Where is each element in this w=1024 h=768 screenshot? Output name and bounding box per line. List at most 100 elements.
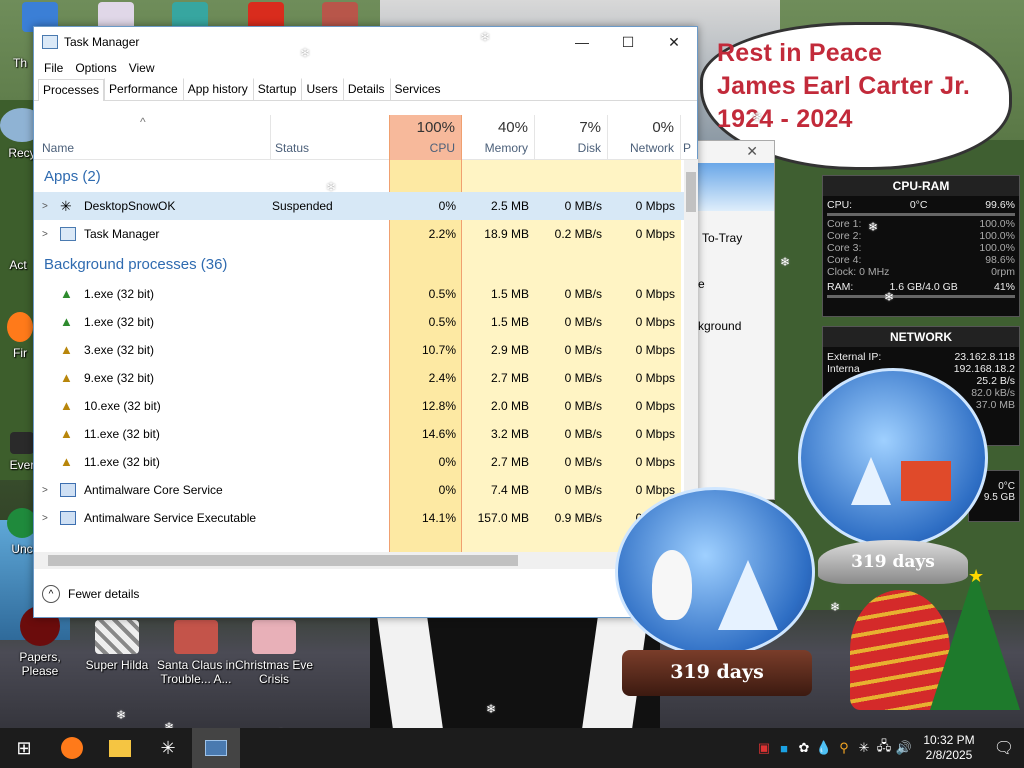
maximize-button[interactable]: ☐ [605,27,651,57]
title-bar[interactable]: Task Manager — ☐ ✕ [34,27,697,57]
snowflake-icon[interactable]: ✳ [854,740,874,756]
taskbar-desktopsnow[interactable]: ✳ [144,728,192,768]
desktop-icon-label: Christmas Eve Crisis [234,658,314,686]
internal-ip-label: Interna [827,363,860,375]
tab-performance[interactable]: Performance [104,78,183,100]
process-row[interactable]: ▲ 10.exe (32 bit) 12.8% 2.0 MB 0 MB/s 0 M… [34,392,684,420]
tab-startup[interactable]: Startup [252,78,302,100]
col-power[interactable]: P [681,115,698,160]
process-row[interactable]: > Antimalware Service Executable 14.1% 15… [34,504,684,532]
tab-processes[interactable]: Processes [38,79,105,101]
process-network: 0 Mbps [635,427,675,441]
process-row[interactable]: ▲ 11.exe (32 bit) 14.6% 3.2 MB 0 MB/s 0 M… [34,420,684,448]
col-name[interactable]: ^ Name [34,115,270,160]
process-cpu: 0.5% [428,287,456,301]
process-name: Antimalware Core Service [84,483,223,497]
ram-label: RAM: [827,281,854,293]
col-name-label: Name [42,141,75,155]
clock-row: Clock: 0 MHz 0rpm [823,266,1019,278]
taskbar-task-manager[interactable] [192,728,240,768]
menu-options[interactable]: Options [69,61,122,75]
tab-details[interactable]: Details [342,78,390,100]
snowflake-icon: ❄ [830,600,841,614]
taskbar-firefox[interactable] [48,728,96,768]
tray-app-icon[interactable]: ■ [774,741,794,756]
fan-value: 0rpm [991,266,1015,278]
fewer-details-button[interactable]: ^ Fewer details [42,585,139,603]
desktop-icon-label: Ever [9,458,35,472]
horizontal-scrollbar[interactable] [34,552,698,569]
process-list: Apps (2) > ✳ DesktopSnowOK Suspended 0% 2.… [34,160,684,552]
minimize-button[interactable]: — [559,27,605,57]
process-cpu: 0% [438,455,456,469]
menu-file[interactable]: File [38,61,69,75]
window-controls: — ☐ ✕ [559,27,697,57]
task-manager-icon [60,227,76,241]
col-memory[interactable]: 40% Memory [462,115,535,160]
process-row[interactable]: > ✳ DesktopSnowOK Suspended 0% 2.5 MB 0 MB… [34,192,684,220]
santa-claus-icon [174,620,218,654]
snow-globe-left [615,487,815,657]
process-network: 0 Mbps [635,227,675,241]
col-status[interactable]: Status [270,115,389,160]
scroll-thumb[interactable] [48,555,518,566]
cpu-ram-gadget[interactable]: CPU-RAM CPU: 0°C 99.6% Core 1: 100.0% Cor… [822,175,1020,317]
process-row[interactable]: ▲ 1.exe (32 bit) 0.5% 1.5 MB 0 MB/s 0 Mbp… [34,308,684,336]
second-window-text: e [698,277,705,291]
task-manager-window[interactable]: Task Manager — ☐ ✕ File Options View Pro… [33,26,698,618]
process-row[interactable]: ▲ 9.exe (32 bit) 2.4% 2.7 MB 0 MB/s 0 Mbp… [34,364,684,392]
xmas-tree-icon: ▲ [60,286,73,301]
process-row[interactable]: > Antimalware Core Service 0% 7.4 MB 0 MB… [34,476,684,504]
process-cpu: 14.1% [421,511,456,525]
tab-users[interactable]: Users [301,78,342,100]
second-window[interactable]: ✕ To-Tray e kground [697,140,775,500]
app-icon [10,432,34,454]
process-cpu: 0% [438,199,456,213]
expand-chevron-icon[interactable]: > [42,485,52,496]
core-value: 98.6% [985,254,1015,266]
tray-app-icon[interactable]: ▣ [754,740,774,756]
process-memory: 18.9 MB [484,227,529,241]
menu-bar: File Options View [34,57,697,79]
xmas-tree-icon: ▲ [60,342,73,357]
process-row[interactable]: ▲ 1.exe (32 bit) 0.5% 1.5 MB 0 MB/s 0 Mbp… [34,280,684,308]
process-cpu: 2.2% [428,227,456,241]
firefox-icon [7,312,33,342]
sky-image [698,163,774,211]
col-network[interactable]: 0% Network [608,115,681,160]
tab-app-history[interactable]: App history [182,78,253,100]
process-memory: 2.7 MB [490,371,529,385]
clock[interactable]: 10:32 PM 2/8/2025 [914,733,984,763]
desktop-icon-christmas-eve-crisis[interactable]: Christmas Eve Crisis [232,620,316,686]
to-tray-button[interactable]: To-Tray [702,231,742,245]
process-row[interactable]: ▲ 3.exe (32 bit) 10.7% 2.9 MB 0 MB/s 0 Mb… [34,336,684,364]
desktop-icon-santa-claus[interactable]: Santa Claus in Trouble... A... [154,620,238,686]
menu-view[interactable]: View [123,61,161,75]
col-cpu[interactable]: 100% CPU [389,115,462,160]
core-label: Core 4: [827,254,862,266]
volume-icon[interactable]: 🔊 [894,740,914,756]
scroll-thumb[interactable] [686,172,696,212]
col-disk[interactable]: 7% Disk [535,115,608,160]
network-icon[interactable]: 🖧 [874,737,894,759]
process-network: 0 Mbps [635,371,675,385]
tab-services[interactable]: Services [389,78,446,100]
tray-drop-icon[interactable]: 💧 [814,740,834,756]
cpu-temp: 0°C [909,199,928,211]
notification-icon[interactable]: 🗨 [984,738,1024,758]
globe-base-right: 319 days [818,540,968,584]
close-button[interactable]: ✕ [651,27,697,57]
core-row: Core 3: 100.0% [823,242,1019,254]
process-row[interactable]: ▲ 11.exe (32 bit) 0% 2.7 MB 0 MB/s 0 Mbps [34,448,684,476]
search-icon[interactable]: ⚲ [834,740,854,756]
expand-chevron-icon[interactable]: > [42,201,52,212]
process-name: 11.exe (32 bit) [84,455,160,469]
taskbar-file-explorer[interactable] [96,728,144,768]
process-row[interactable]: > Task Manager 2.2% 18.9 MB 0.2 MB/s 0 Mb… [34,220,684,248]
desktop-icon-super-hilda[interactable]: Super Hilda [77,620,157,672]
expand-chevron-icon[interactable]: > [42,513,52,524]
expand-chevron-icon[interactable]: > [42,229,52,240]
start-button[interactable]: ⊞ [0,728,48,768]
tray-app-icon[interactable]: ✿ [794,740,814,756]
close-icon[interactable]: ✕ [746,143,758,160]
